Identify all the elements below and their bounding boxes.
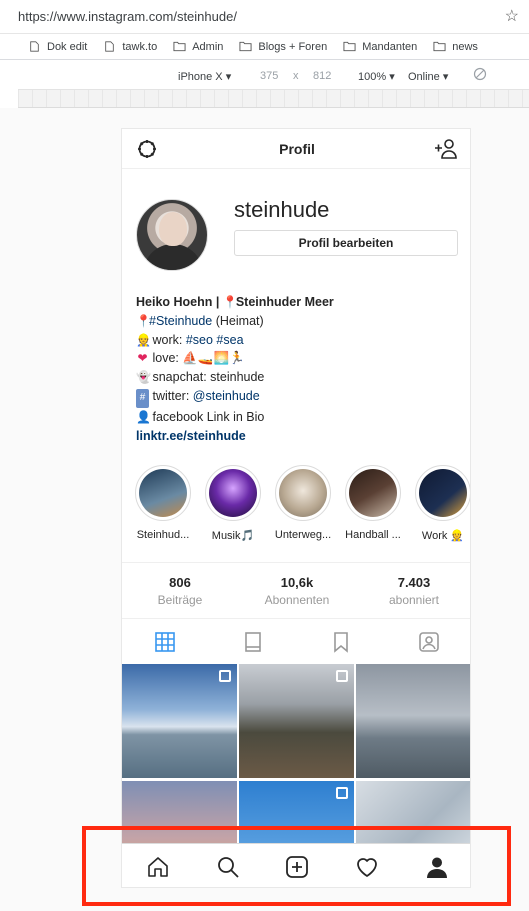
bookmarks-bar: Dok edit tawk.to Admin Blogs + Foren Man…: [0, 34, 529, 60]
device-select[interactable]: iPhone X ▾: [178, 70, 231, 83]
page-icon: [105, 41, 115, 52]
folder-icon: [433, 41, 446, 52]
rotate-icon[interactable]: [473, 67, 487, 84]
width-field[interactable]: 375: [260, 70, 278, 82]
network-select[interactable]: Online ▾: [408, 70, 448, 83]
bookmark-label: Admin: [192, 40, 224, 53]
bookmark-label: Mandanten: [362, 40, 418, 53]
stat-followers[interactable]: 10,6k Abonnenten: [239, 575, 355, 607]
stat-posts[interactable]: 806 Beiträge: [122, 575, 238, 607]
zoom-select[interactable]: 100% ▾: [358, 70, 395, 83]
profile-bio: Heiko Hoehn | 📍Steinhuder Meer 📍#Steinhu…: [136, 295, 334, 443]
post-thumbnail[interactable]: [122, 664, 237, 778]
grid-view-icon[interactable]: [154, 631, 176, 653]
profile-username: steinhude: [234, 197, 330, 222]
bookmark-folder-mandanten[interactable]: Mandanten: [343, 41, 417, 53]
multiple-images-icon: [336, 670, 348, 682]
dimension-separator: x: [293, 70, 299, 82]
highlight-item[interactable]: Handball ...: [340, 465, 406, 541]
bookmark-label: Blogs + Foren: [258, 40, 328, 53]
saved-bookmark-icon[interactable]: [330, 631, 352, 653]
multiple-images-icon: [336, 787, 348, 799]
mention-link[interactable]: @steinhude: [193, 389, 260, 403]
worker-icon: 👷: [136, 332, 151, 347]
avatar[interactable]: [136, 199, 208, 271]
story-highlights: Steinhud... Musik🎵 Unterweg... Handball …: [130, 465, 470, 545]
height-field[interactable]: 812: [313, 70, 331, 82]
highlight-item[interactable]: Musik🎵: [200, 465, 266, 542]
bookmark-label: Dok edit: [47, 40, 88, 53]
folder-icon: [239, 41, 252, 52]
post-grid: [122, 664, 470, 887]
edit-profile-button[interactable]: Profil bearbeiten: [234, 230, 458, 256]
bookmark-dok-edit[interactable]: Dok edit: [28, 41, 87, 53]
highlight-item[interactable]: Steinhud...: [130, 465, 196, 541]
device-ruler: [18, 90, 529, 108]
hashtag-link[interactable]: #Steinhude: [149, 314, 212, 328]
bookmark-folder-news[interactable]: news: [433, 41, 478, 53]
ghost-icon: 👻: [136, 370, 151, 385]
bookmark-star-icon[interactable]: ☆: [505, 6, 519, 26]
folder-icon: [173, 41, 186, 52]
mobile-viewport: Profil steinhude Profil bearbeiten Heiko…: [121, 128, 471, 888]
device-toolbar: iPhone X ▾ 375 x 812 100% ▾ Online ▾: [18, 62, 529, 90]
highlight-annotation-box: [82, 826, 511, 906]
tagged-photos-icon[interactable]: [418, 631, 440, 653]
post-thumbnail[interactable]: [239, 664, 354, 778]
bookmark-tawk[interactable]: tawk.to: [103, 41, 157, 53]
pin-icon: 📍: [136, 313, 151, 328]
heart-emoji-icon: ❤: [137, 351, 148, 366]
hashtag-link[interactable]: #sea: [216, 333, 243, 347]
bookmark-label: news: [452, 40, 478, 53]
post-thumbnail[interactable]: [356, 664, 470, 778]
address-bar[interactable]: https://www.instagram.com/steinhude/ ☆: [0, 0, 529, 34]
highlight-item[interactable]: Unterweg...: [270, 465, 336, 541]
highlight-item[interactable]: Work 👷: [410, 465, 470, 542]
url-text[interactable]: https://www.instagram.com/steinhude/: [18, 9, 237, 24]
page-title: Profil: [279, 141, 315, 157]
profile-stats: 806 Beiträge 10,6k Abonnenten 7.403 abon…: [122, 562, 470, 618]
add-user-icon[interactable]: [434, 138, 458, 160]
hash-icon: #: [136, 388, 149, 408]
bookmark-label: tawk.to: [122, 40, 158, 53]
folder-icon: [343, 41, 356, 52]
stat-following[interactable]: 7.403 abonniert: [356, 575, 470, 607]
bookmark-folder-admin[interactable]: Admin: [173, 41, 223, 53]
bio-link[interactable]: linktr.ee/steinhude: [136, 429, 246, 443]
multiple-images-icon: [219, 670, 231, 682]
bookmark-folder-blogs[interactable]: Blogs + Foren: [239, 41, 327, 53]
profile-top-nav: Profil: [122, 129, 470, 169]
page-icon: [30, 41, 39, 52]
hashtag-link[interactable]: #seo: [186, 333, 213, 347]
feed-view-icon[interactable]: [242, 631, 264, 653]
person-icon: 👤: [136, 409, 151, 424]
profile-tabs: [122, 618, 470, 662]
